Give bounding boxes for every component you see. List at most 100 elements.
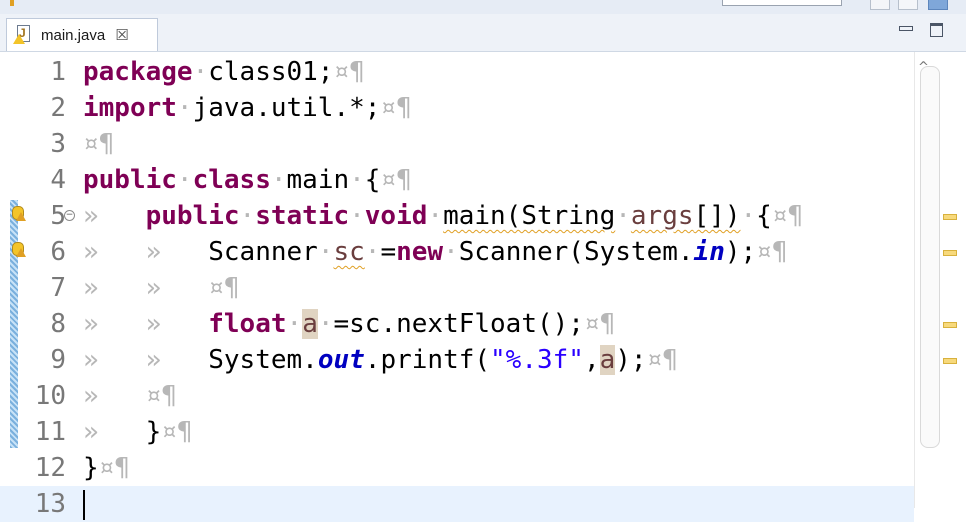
code-token: ¤¶: [208, 273, 240, 303]
code-token: »: [83, 237, 146, 267]
code-line[interactable]: 7 » » ¤¶: [0, 270, 914, 306]
code-line[interactable]: 10 » ¤¶: [0, 378, 914, 414]
code-token: Scanner(System.: [458, 237, 694, 267]
line-number: 7: [50, 273, 66, 303]
code-token: »: [83, 309, 146, 339]
code-token: ·: [176, 165, 193, 195]
code-text: ¤¶: [83, 126, 114, 162]
code-token: ¤¶: [83, 129, 115, 159]
code-token: class01;: [208, 57, 334, 87]
code-token: main: [286, 165, 350, 195]
code-token: float: [208, 309, 287, 339]
code-token: ¤¶: [756, 237, 788, 267]
tab-label: main.java: [41, 26, 106, 44]
code-token: Scanner: [208, 237, 318, 267]
code-token: =: [380, 237, 397, 267]
code-text: import·java.util.*;¤¶: [83, 90, 412, 126]
code-token: public: [145, 201, 240, 231]
code-token: ·: [270, 165, 287, 195]
line-number: 11: [34, 417, 66, 447]
code-line[interactable]: 9 » » System.out.printf("%.3f",a);¤¶: [0, 342, 914, 378]
code-line[interactable]: 4 public·class·main·{¤¶: [0, 162, 914, 198]
line-number: 6: [50, 237, 66, 267]
code-token: ·: [349, 165, 365, 195]
line-number: 13: [34, 489, 66, 519]
code-token: ·: [192, 57, 209, 87]
code-text: public·class·main·{¤¶: [83, 162, 412, 198]
line-number: 12: [34, 453, 66, 483]
code-line[interactable]: 8» » float·a·=sc.nextFloat();¤¶: [0, 306, 914, 342]
code-token: ¤¶: [145, 381, 177, 411]
overview-ruler[interactable]: ^: [914, 52, 966, 508]
code-text: » » float·a·=sc.nextFloat();¤¶: [83, 306, 615, 342]
code-token: args: [630, 201, 694, 231]
code-line[interactable]: 1 package·class01;¤¶: [0, 54, 914, 90]
code-token: »: [83, 201, 146, 231]
perspective-button-2[interactable]: [898, 0, 918, 10]
code-token: ·: [317, 237, 334, 267]
code-text: » }¤¶: [83, 414, 193, 450]
line-number: 3: [50, 129, 66, 159]
code-line[interactable]: 13: [0, 486, 914, 522]
top-toolbar-strip: [0, 0, 966, 15]
minimize-icon[interactable]: [895, 20, 917, 40]
code-line[interactable]: 3 ¤¶: [0, 126, 914, 162]
code-token: {: [756, 201, 772, 231]
line-number: 1: [50, 57, 66, 87]
code-token: ¤¶: [380, 93, 412, 123]
code-text: » » System.out.printf("%.3f",a);¤¶: [83, 342, 678, 378]
code-token: static: [255, 201, 350, 231]
tab-main-java[interactable]: J main.java ☒: [6, 18, 158, 51]
code-text: » » Scanner·sc·=new·Scanner(System.in);¤…: [83, 234, 787, 270]
code-token: a: [302, 309, 318, 339]
code-token: ,: [583, 345, 600, 375]
code-line[interactable]: 2 import·java.util.*;¤¶: [0, 90, 914, 126]
code-token: »: [145, 237, 209, 267]
code-text: » » ¤¶: [83, 270, 240, 306]
code-token: {: [364, 165, 381, 195]
text-caret: [83, 489, 85, 520]
warning-marker[interactable]: [943, 250, 957, 256]
code-text: [83, 486, 85, 522]
maximize-icon[interactable]: [925, 20, 947, 40]
code-token: »: [145, 345, 209, 375]
code-line[interactable]: 6» » Scanner·sc·=new·Scanner(System.in);…: [0, 234, 914, 270]
code-line[interactable]: 12}¤¶: [0, 450, 914, 486]
line-number: 5: [50, 201, 66, 231]
code-token: sc: [333, 237, 365, 267]
perspective-button[interactable]: [870, 0, 890, 10]
code-line[interactable]: 11 » }¤¶: [0, 414, 914, 450]
code-token: import: [83, 93, 177, 123]
code-token: ·: [349, 201, 365, 231]
code-token: []): [693, 201, 741, 231]
code-token: new: [396, 237, 444, 267]
code-token: ¤¶: [333, 57, 365, 87]
warning-marker[interactable]: [943, 214, 957, 220]
code-token: »: [83, 417, 146, 447]
code-token: .printf(: [364, 345, 491, 375]
code-token: ·: [740, 201, 757, 231]
java-perspective-button[interactable]: [928, 0, 948, 10]
code-text: » public·static·void·main(String·args[])…: [83, 198, 803, 234]
code-token: =sc.nextFloat();: [333, 309, 584, 339]
code-token: »: [83, 345, 146, 375]
code-token: class: [192, 165, 271, 195]
close-icon[interactable]: ☒: [115, 26, 128, 44]
code-token: ·: [317, 309, 334, 339]
code-token: ·: [364, 237, 381, 267]
occurrence-marker[interactable]: [943, 322, 957, 328]
quick-access-input[interactable]: [722, 0, 842, 6]
code-token: ·: [176, 93, 193, 123]
occurrence-marker[interactable]: [943, 358, 957, 364]
code-token: ¤¶: [98, 453, 130, 483]
scrollbar-thumb[interactable]: [920, 66, 940, 448]
toolbar-edge-marker: [10, 0, 14, 6]
code-token: ·: [427, 201, 444, 231]
code-token: ¤¶: [380, 165, 412, 195]
code-token: in: [693, 237, 725, 267]
code-editor[interactable]: − 1 package·class01;¤¶ 2 import·java.util.*…: [0, 52, 966, 522]
code-token: »: [145, 273, 209, 303]
code-line[interactable]: 5» public·static·void·main(String·args[]…: [0, 198, 914, 234]
code-token: »: [83, 273, 146, 303]
code-token: »: [145, 309, 209, 339]
